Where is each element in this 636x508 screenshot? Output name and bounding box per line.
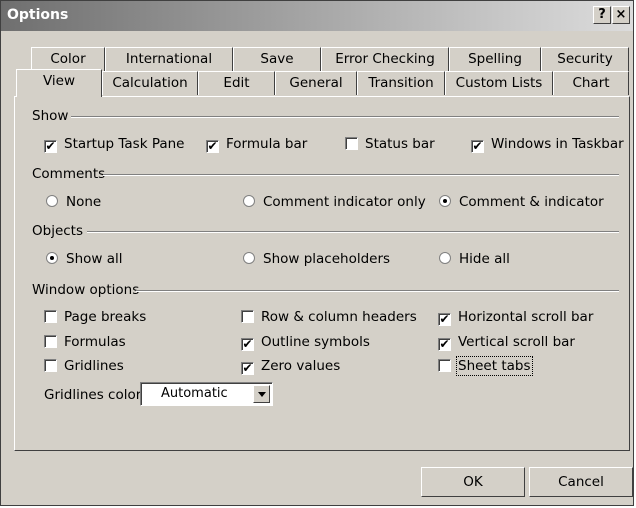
comment-and-indicator-radio[interactable]: Comment & indicator	[439, 194, 604, 210]
formulas-checkbox[interactable]: Formulas	[44, 334, 126, 350]
checkbox-icon	[345, 137, 358, 150]
window-title: Options	[7, 7, 69, 23]
tab-spelling[interactable]: Spelling	[449, 47, 541, 71]
options-dialog: Options ? × Color International Save Err…	[0, 0, 634, 506]
checkbox-icon	[241, 310, 254, 323]
tab-custom-lists[interactable]: Custom Lists	[445, 71, 553, 95]
section-objects-label: Objects	[32, 223, 84, 239]
checkbox-icon	[44, 310, 57, 323]
checkbox-icon	[438, 359, 451, 372]
checkbox-checked-icon: ✔	[438, 337, 451, 351]
sheet-tabs-checkbox[interactable]: Sheet tabs	[438, 356, 533, 376]
tab-security[interactable]: Security	[541, 47, 629, 71]
radio-icon	[46, 195, 58, 207]
radio-selected-icon	[439, 195, 451, 207]
checkbox-checked-icon: ✔	[241, 361, 254, 375]
tab-view[interactable]: View	[16, 69, 102, 97]
section-comments-label: Comments	[32, 166, 106, 182]
checkbox-checked-icon: ✔	[438, 312, 451, 326]
gridlines-color-label: Gridlines color:	[44, 387, 146, 403]
checkbox-checked-icon: ✔	[241, 337, 254, 351]
tab-chart[interactable]: Chart	[553, 71, 629, 95]
checkbox-checked-icon: ✔	[206, 139, 219, 153]
windows-in-taskbar-checkbox[interactable]: ✔ Windows in Taskbar	[471, 136, 624, 153]
tab-international[interactable]: International	[105, 47, 233, 71]
divider	[71, 116, 619, 118]
checkbox-checked-icon: ✔	[471, 139, 484, 153]
outline-symbols-checkbox[interactable]: ✔ Outline symbols	[241, 334, 370, 351]
checkbox-icon	[44, 359, 57, 372]
divider	[136, 290, 619, 292]
comments-none-radio[interactable]: None	[46, 194, 101, 210]
help-button[interactable]: ?	[593, 6, 611, 24]
gridlines-checkbox[interactable]: Gridlines	[44, 358, 124, 374]
radio-icon	[439, 252, 451, 264]
startup-task-pane-checkbox[interactable]: ✔ Startup Task Pane	[44, 136, 185, 153]
tab-calculation[interactable]: Calculation	[102, 71, 198, 95]
formula-bar-checkbox[interactable]: ✔ Formula bar	[206, 136, 307, 153]
ok-button[interactable]: OK	[421, 467, 525, 497]
chevron-down-icon[interactable]	[253, 385, 270, 403]
zero-values-checkbox[interactable]: ✔ Zero values	[241, 358, 340, 375]
divider	[87, 231, 619, 233]
status-bar-checkbox[interactable]: Status bar	[345, 136, 435, 152]
radio-icon	[243, 195, 255, 207]
vertical-scroll-bar-checkbox[interactable]: ✔ Vertical scroll bar	[438, 334, 575, 351]
tab-save[interactable]: Save	[233, 47, 321, 71]
tab-color[interactable]: Color	[31, 47, 105, 71]
checkbox-icon	[44, 335, 57, 348]
cancel-button[interactable]: Cancel	[529, 467, 633, 497]
show-all-radio[interactable]: Show all	[46, 251, 123, 267]
close-button[interactable]: ×	[612, 6, 630, 24]
tab-transition[interactable]: Transition	[357, 71, 445, 95]
hide-all-radio[interactable]: Hide all	[439, 251, 510, 267]
gridlines-color-select[interactable]: Automatic	[140, 382, 273, 406]
radio-icon	[243, 252, 255, 264]
gridlines-color-value: Automatic	[161, 386, 228, 401]
tab-edit[interactable]: Edit	[198, 71, 275, 95]
page-breaks-checkbox[interactable]: Page breaks	[44, 309, 146, 325]
section-window-options-label: Window options	[32, 282, 140, 298]
section-show-label: Show	[32, 108, 69, 124]
checkbox-checked-icon: ✔	[44, 139, 57, 153]
radio-selected-icon	[46, 252, 58, 264]
divider	[103, 174, 619, 176]
tab-general[interactable]: General	[275, 71, 357, 95]
horizontal-scroll-bar-checkbox[interactable]: ✔ Horizontal scroll bar	[438, 309, 593, 326]
tab-error-checking[interactable]: Error Checking	[321, 47, 449, 71]
show-placeholders-radio[interactable]: Show placeholders	[243, 251, 390, 267]
title-bar[interactable]: Options ? ×	[1, 1, 633, 31]
comment-indicator-only-radio[interactable]: Comment indicator only	[243, 194, 426, 210]
row-column-headers-checkbox[interactable]: Row & column headers	[241, 309, 417, 325]
